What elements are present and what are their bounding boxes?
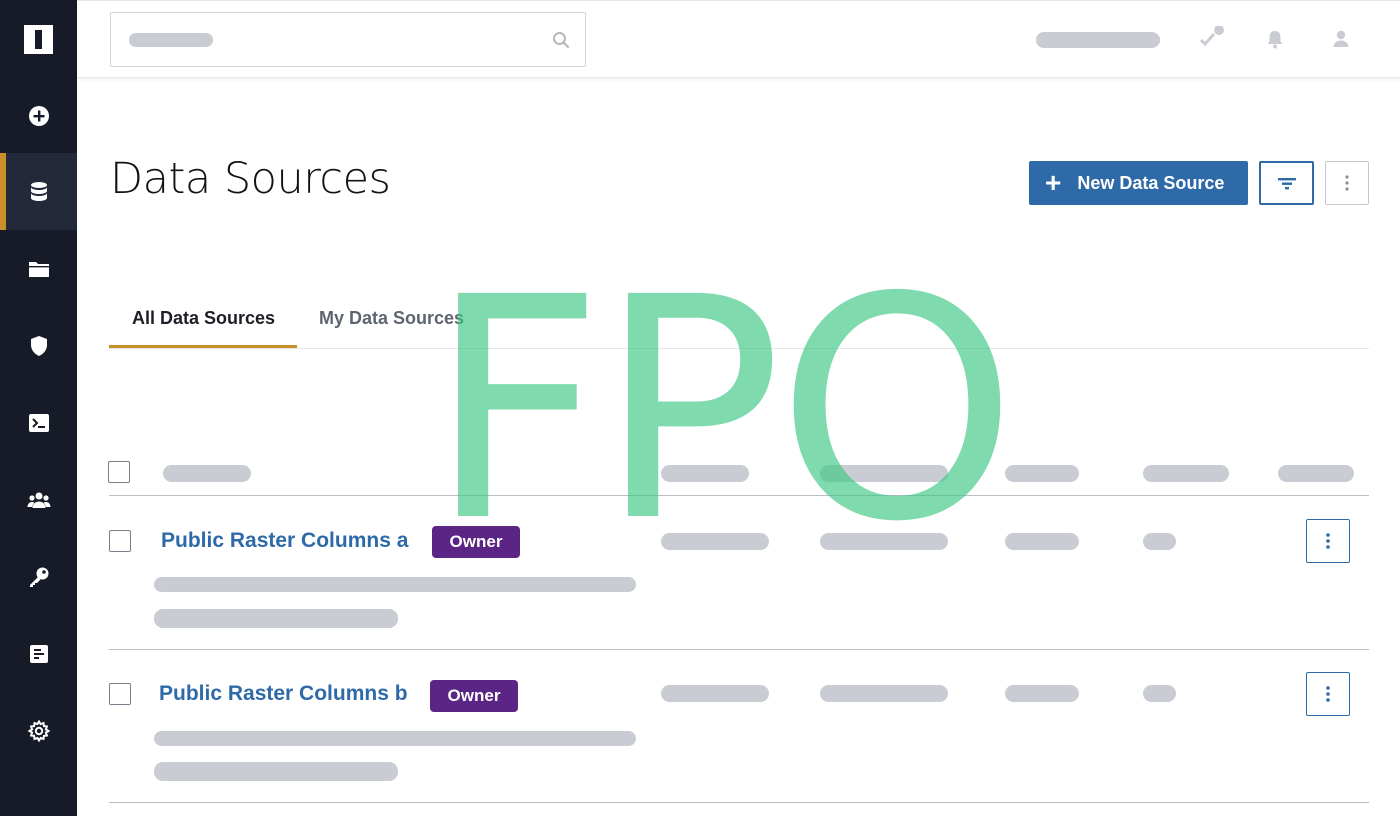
active-tab-indicator	[109, 345, 297, 348]
folder-icon	[28, 261, 49, 277]
filter-icon	[1277, 178, 1296, 190]
sidebar-item-terminal[interactable]	[0, 384, 77, 461]
row-menu-button[interactable]	[1306, 672, 1350, 716]
user-icon[interactable]	[1328, 26, 1354, 52]
shield-icon	[30, 335, 47, 356]
row-checkbox[interactable]	[109, 530, 131, 552]
report-icon	[29, 644, 48, 663]
select-all-checkbox[interactable]	[108, 461, 130, 483]
new-data-source-button[interactable]: + New Data Source	[1029, 161, 1248, 205]
vertical-dots-icon	[1326, 686, 1330, 702]
search-input[interactable]	[110, 12, 586, 67]
sidebar-item-create[interactable]	[0, 77, 77, 154]
cell-skeleton	[1005, 685, 1079, 702]
cell-skeleton	[661, 533, 769, 550]
tab-my-data-sources[interactable]: My Data Sources	[319, 308, 464, 329]
column-header-skeleton	[163, 465, 251, 482]
description-skeleton	[154, 609, 398, 628]
column-header-skeleton	[1143, 465, 1229, 482]
app-logo[interactable]	[24, 25, 53, 54]
sidebar-item-settings[interactable]	[0, 692, 77, 769]
sidebar-item-keys[interactable]	[0, 538, 77, 615]
data-source-tabs: All Data Sources My Data Sources	[109, 300, 1369, 349]
database-icon	[30, 181, 47, 201]
search-placeholder-skeleton	[129, 33, 213, 47]
description-skeleton	[154, 762, 398, 781]
owner-badge: Owner	[430, 680, 518, 712]
sidebar-item-security[interactable]	[0, 307, 77, 384]
sidebar-item-users[interactable]	[0, 461, 77, 538]
sidebar	[0, 0, 77, 816]
sidebar-item-data-sources[interactable]	[0, 153, 77, 230]
row-checkbox[interactable]	[109, 683, 131, 705]
vertical-dots-icon	[1345, 175, 1349, 191]
users-icon	[27, 492, 50, 508]
search-icon[interactable]	[551, 30, 571, 50]
cell-skeleton	[661, 685, 769, 702]
table-divider	[109, 802, 1369, 803]
plus-circle-icon	[28, 105, 49, 126]
tasks-icon[interactable]	[1198, 26, 1224, 52]
table-divider	[109, 649, 1369, 650]
row-menu-button[interactable]	[1306, 519, 1350, 563]
filter-button[interactable]	[1259, 161, 1314, 205]
description-skeleton	[154, 731, 636, 746]
sidebar-item-reports[interactable]	[0, 615, 77, 692]
data-source-name-link[interactable]: Public Raster Columns a	[161, 529, 408, 553]
column-header-skeleton	[820, 465, 948, 482]
gear-icon	[27, 719, 50, 742]
description-skeleton	[154, 577, 636, 592]
table-divider	[109, 495, 1369, 496]
data-source-name-link[interactable]: Public Raster Columns b	[159, 682, 408, 706]
bell-icon[interactable]	[1262, 26, 1288, 52]
column-header-skeleton	[661, 465, 749, 482]
account-name-skeleton	[1036, 32, 1160, 48]
cell-skeleton	[1143, 533, 1176, 550]
cell-skeleton	[820, 533, 948, 550]
top-bar	[77, 0, 1400, 78]
terminal-icon	[28, 413, 49, 432]
key-icon	[29, 567, 48, 587]
cell-skeleton	[1143, 685, 1176, 702]
plus-icon: +	[1045, 167, 1062, 198]
new-data-source-label: New Data Source	[1077, 172, 1225, 193]
more-options-button[interactable]	[1325, 161, 1369, 205]
cell-skeleton	[820, 685, 948, 702]
sidebar-item-projects[interactable]	[0, 230, 77, 307]
tab-all-data-sources[interactable]: All Data Sources	[132, 308, 275, 329]
column-header-skeleton	[1005, 465, 1079, 482]
vertical-dots-icon	[1326, 533, 1330, 549]
page-title: Data Sources	[110, 154, 391, 204]
cell-skeleton	[1005, 533, 1079, 550]
column-header-skeleton	[1278, 465, 1354, 482]
owner-badge: Owner	[432, 526, 520, 558]
